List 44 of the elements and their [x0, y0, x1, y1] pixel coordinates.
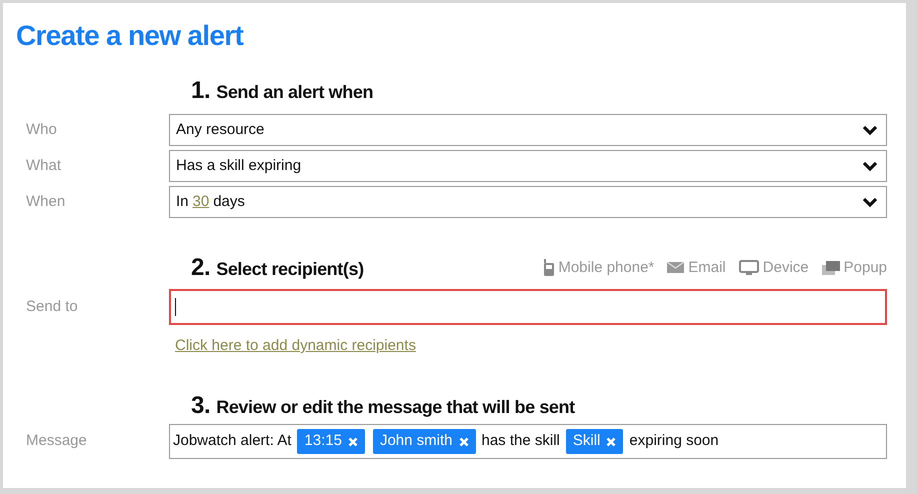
select-field[interactable]: In 30 days	[169, 186, 887, 218]
channel-label[interactable]: Mobile phone*	[558, 256, 654, 279]
field-text: days	[213, 192, 245, 212]
field-text: expiring soon	[629, 431, 719, 452]
select-field[interactable]: Has a skill expiring	[169, 150, 887, 182]
windows-icon	[822, 260, 840, 275]
step-heading: Send an alert when	[216, 81, 374, 104]
field-label: What	[25, 156, 62, 176]
field-label: Message	[25, 431, 88, 452]
step-number: 2.	[191, 254, 210, 282]
message-field[interactable]: Jobwatch alert: At 13:15 John smith has the skill Skill expiring soon	[169, 424, 887, 459]
chevron-down-icon	[862, 124, 878, 136]
channel-label[interactable]: Popup	[844, 256, 887, 279]
recipients-field[interactable]	[169, 289, 887, 325]
text-cursor	[175, 298, 176, 316]
step-heading: Select recipient(s)	[216, 258, 364, 281]
remove-icon[interactable]	[458, 436, 468, 446]
step-heading: Review or edit the message that will be sent	[216, 396, 575, 419]
envelope-icon	[667, 262, 684, 274]
page-title: Create a new alert	[16, 19, 244, 53]
select-field[interactable]: Any resource	[169, 114, 887, 146]
chevron-down-icon	[862, 196, 878, 208]
message-tag[interactable]: Skill	[566, 429, 624, 454]
phone-icon	[544, 259, 554, 276]
message-tag[interactable]: 13:15	[297, 429, 365, 454]
remove-icon[interactable]	[348, 436, 358, 446]
message-tag[interactable]: John smith	[372, 429, 476, 454]
field-label: Who	[25, 120, 58, 140]
value-link[interactable]: 30	[192, 190, 210, 214]
field-label: Send to	[25, 296, 79, 317]
field-text: has the skill	[482, 431, 560, 452]
channel-label[interactable]: Email	[688, 256, 726, 279]
field-text: Any resource	[176, 120, 264, 140]
monitor-icon	[738, 260, 759, 276]
remove-icon[interactable]	[606, 436, 616, 446]
field-text: In	[176, 192, 189, 212]
field-text: Has a skill expiring	[176, 156, 302, 176]
chevron-down-icon	[862, 160, 878, 172]
step-number: 3.	[191, 392, 210, 420]
field-label: When	[25, 192, 66, 212]
field-text: Jobwatch alert: At	[173, 431, 292, 452]
step-number: 1.	[191, 77, 210, 105]
channel-label[interactable]: Device	[762, 256, 809, 279]
dynamic-recipients-link[interactable]: Click here to add dynamic recipients	[175, 337, 416, 354]
